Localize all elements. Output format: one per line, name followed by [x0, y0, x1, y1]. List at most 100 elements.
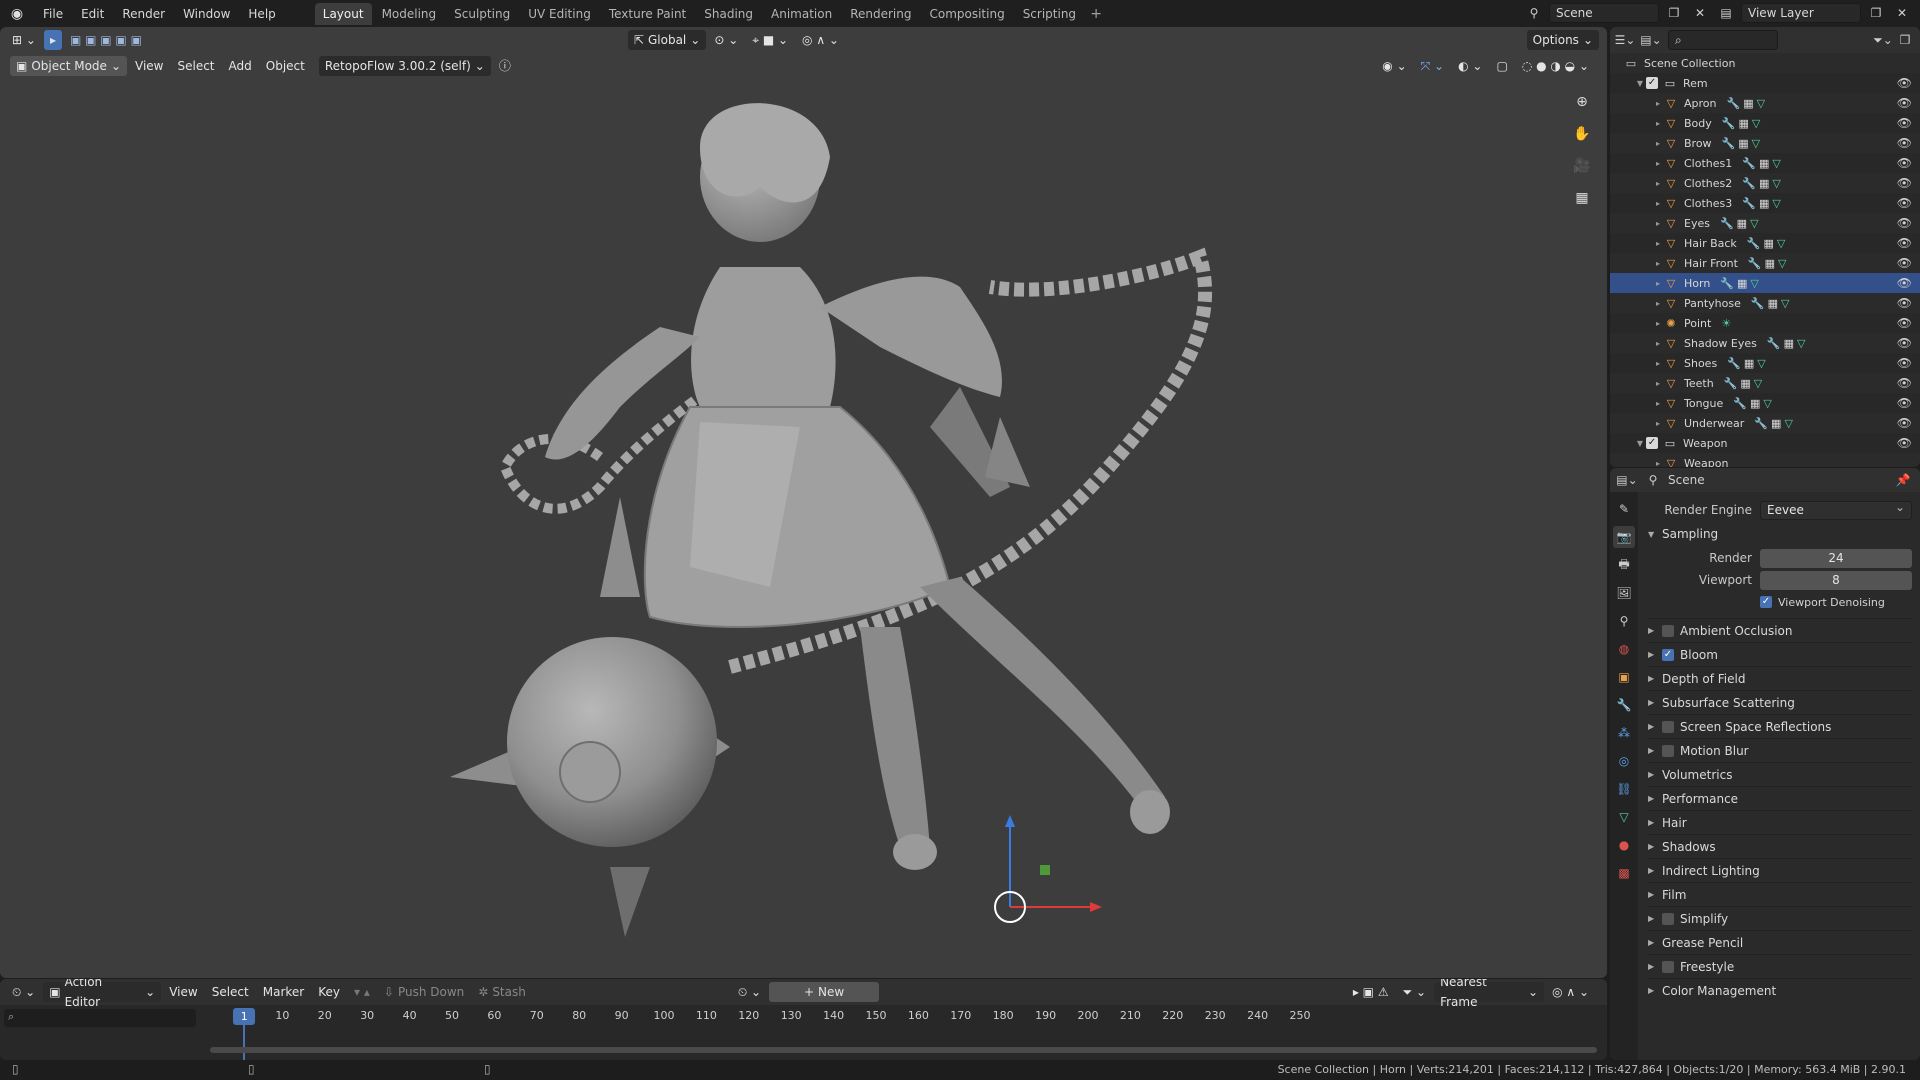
- expand-arrow-icon[interactable]: ▸: [1652, 259, 1664, 268]
- filter-icon[interactable]: ⏷⌄: [1872, 30, 1894, 50]
- render-samples-field[interactable]: 24: [1760, 548, 1912, 568]
- scene-icon[interactable]: ⚲: [1523, 3, 1545, 23]
- tab-layout[interactable]: Layout: [314, 2, 372, 25]
- vertex-groups-icon[interactable]: ▦: [1743, 97, 1753, 110]
- eye-icon[interactable]: 👁: [1897, 256, 1912, 270]
- expand-arrow-icon[interactable]: ▸: [1652, 119, 1664, 128]
- new-action-button[interactable]: + New: [769, 982, 880, 1002]
- tab-compositing[interactable]: Compositing: [921, 3, 1012, 25]
- mesh-data-icon[interactable]: ▽: [1784, 417, 1792, 430]
- vertex-groups-icon[interactable]: ▦: [1759, 157, 1769, 170]
- scene-tab-icon[interactable]: ⚲: [1613, 610, 1635, 632]
- outliner-object-row[interactable]: ▸ ▽ Brow 🔧 ▦ ▽ 👁: [1610, 133, 1920, 153]
- render-panel-header[interactable]: ▶ Freestyle: [1648, 954, 1912, 978]
- menu-window[interactable]: Window: [174, 3, 239, 25]
- eye-icon[interactable]: 👁: [1897, 316, 1912, 330]
- expand-arrow-icon[interactable]: ▸: [1652, 99, 1664, 108]
- eye-icon[interactable]: 👁: [1897, 236, 1912, 250]
- outliner-object-row[interactable]: ▸ ▽ Hair Back 🔧 ▦ ▽ 👁: [1610, 233, 1920, 253]
- collection-row-weapon[interactable]: ▼ ✓ ▭ Weapon 👁: [1610, 433, 1920, 453]
- menu-help[interactable]: Help: [239, 3, 284, 25]
- outliner-object-row[interactable]: ▸ ▽ Horn 🔧 ▦ ▽ 👁: [1610, 273, 1920, 293]
- tool-tab-icon[interactable]: ✎: [1613, 498, 1635, 520]
- channel-search-input[interactable]: ⌕: [4, 1009, 196, 1027]
- outliner-object-row[interactable]: ▸ ▽ Underwear 🔧 ▦ ▽ 👁: [1610, 413, 1920, 433]
- expand-arrow-icon[interactable]: ▸: [1652, 419, 1664, 428]
- outliner-object-row[interactable]: ▸ ✺ Point ☀ 👁: [1610, 313, 1920, 333]
- outliner-object-row[interactable]: ▸ ▽ Shadow Eyes 🔧 ▦ ▽ 👁: [1610, 333, 1920, 353]
- collection-row-rem[interactable]: ▼ ✓ ▭ Rem 👁: [1610, 73, 1920, 93]
- exclude-checkbox[interactable]: ✓: [1646, 77, 1658, 89]
- vertex-groups-icon[interactable]: ▦: [1744, 357, 1754, 370]
- render-engine-dropdown[interactable]: Eevee: [1760, 499, 1912, 520]
- eye-icon[interactable]: 👁: [1897, 276, 1912, 290]
- display-mode-icon[interactable]: ▤⌄: [1640, 30, 1662, 50]
- particles-tab-icon[interactable]: ⁂: [1613, 722, 1635, 744]
- timeline-menu-select[interactable]: Select: [206, 982, 255, 1002]
- eye-icon[interactable]: 👁: [1897, 436, 1912, 450]
- modifier-icon[interactable]: 🔧: [1720, 217, 1734, 230]
- outliner-object-row[interactable]: ▸ ▽ Clothes2 🔧 ▦ ▽ 👁: [1610, 173, 1920, 193]
- modifier-icon[interactable]: 🔧: [1742, 197, 1756, 210]
- mesh-data-icon[interactable]: ▽: [1763, 397, 1771, 410]
- expand-arrow-icon[interactable]: ▸: [1652, 279, 1664, 288]
- expand-arrow-icon[interactable]: ▸: [1652, 459, 1664, 468]
- delete-view-layer-icon[interactable]: ✕: [1891, 3, 1913, 23]
- scene-name-field[interactable]: Scene: [1549, 3, 1659, 23]
- outliner-object-row[interactable]: ▸ ▽ Hair Front 🔧 ▦ ▽ 👁: [1610, 253, 1920, 273]
- panel-enable-checkbox[interactable]: [1662, 720, 1674, 733]
- stash-button[interactable]: ✲ Stash: [472, 982, 532, 1002]
- timeline-editor-type-icon[interactable]: ⏲ ⌄: [6, 982, 41, 1002]
- expand-arrow-icon[interactable]: ▼: [1634, 439, 1646, 448]
- pin-icon[interactable]: 📌: [1892, 470, 1914, 490]
- mesh-data-icon[interactable]: ▽: [1757, 357, 1765, 370]
- outliner-object-row[interactable]: ▸ ▽ Clothes1 🔧 ▦ ▽ 👁: [1610, 153, 1920, 173]
- panel-enable-checkbox[interactable]: [1662, 624, 1674, 637]
- timeline-menu-view[interactable]: View: [163, 982, 203, 1002]
- vertex-groups-icon[interactable]: ▦: [1750, 397, 1760, 410]
- output-tab-icon[interactable]: 🖶: [1613, 554, 1635, 576]
- expand-arrow-icon[interactable]: ▸: [1652, 219, 1664, 228]
- outliner-object-row[interactable]: ▸ ▽ Eyes 🔧 ▦ ▽ 👁: [1610, 213, 1920, 233]
- view-layer-tab-icon[interactable]: 🖼: [1613, 582, 1635, 604]
- camera-view-icon[interactable]: 🎥: [1569, 153, 1595, 179]
- modifier-icon[interactable]: 🔧: [1722, 137, 1736, 150]
- modifier-icon[interactable]: 🔧: [1742, 157, 1756, 170]
- render-panel-header[interactable]: ▶ Screen Space Reflections: [1648, 714, 1912, 738]
- eye-icon[interactable]: 👁: [1897, 216, 1912, 230]
- timeline-scrollbar[interactable]: [210, 1047, 1597, 1053]
- expand-arrow-icon[interactable]: ▸: [1652, 359, 1664, 368]
- expand-arrow-icon[interactable]: ▸: [1652, 179, 1664, 188]
- vertex-groups-icon[interactable]: ▦: [1738, 137, 1748, 150]
- menu-edit[interactable]: Edit: [72, 3, 113, 25]
- panel-enable-checkbox[interactable]: [1662, 960, 1674, 973]
- modifier-icon[interactable]: 🔧: [1727, 97, 1741, 110]
- vertex-groups-icon[interactable]: ▦: [1784, 337, 1794, 350]
- timeline-menu-key[interactable]: Key: [312, 982, 346, 1002]
- modifier-icon[interactable]: 🔧: [1727, 357, 1741, 370]
- texture-tab-icon[interactable]: ▩: [1613, 862, 1635, 884]
- vertex-groups-icon[interactable]: ▦: [1737, 217, 1747, 230]
- render-panel-header[interactable]: ▶ ✓ Bloom: [1648, 642, 1912, 666]
- mesh-data-icon[interactable]: ▽: [1777, 237, 1785, 250]
- delete-scene-icon[interactable]: ✕: [1689, 3, 1711, 23]
- panel-enable-checkbox[interactable]: [1662, 912, 1674, 925]
- render-panel-header[interactable]: ▶ Grease Pencil: [1648, 930, 1912, 954]
- new-view-layer-icon[interactable]: ❐: [1865, 3, 1887, 23]
- view-layer-icon[interactable]: ▤: [1715, 3, 1737, 23]
- render-panel-header[interactable]: ▶ Depth of Field: [1648, 666, 1912, 690]
- outliner-editor-type-icon[interactable]: ☰⌄: [1614, 30, 1636, 50]
- vertex-groups-icon[interactable]: ▦: [1765, 257, 1775, 270]
- vertex-groups-icon[interactable]: ▦: [1759, 197, 1769, 210]
- 3d-viewport[interactable]: ⊞ ⌄ ▸ ▣ ▣ ▣ ▣ ▣ ⇱ Global ⌄ ⊙ ⌄ ⌖ ■ ⌄ ◎ ∧ …: [0, 27, 1607, 978]
- modifier-icon[interactable]: 🔧: [1742, 177, 1756, 190]
- editor-mode-dropdown[interactable]: ▣ Action Editor ⌄: [43, 979, 162, 1009]
- mesh-data-icon[interactable]: ▽: [1752, 117, 1760, 130]
- render-panel-header[interactable]: ▶ Subsurface Scattering: [1648, 690, 1912, 714]
- data-tab-icon[interactable]: ▽: [1613, 806, 1635, 828]
- outliner-object-row[interactable]: ▸ ▽ Tongue 🔧 ▦ ▽ 👁: [1610, 393, 1920, 413]
- tab-sculpting[interactable]: Sculpting: [446, 3, 518, 25]
- vertex-groups-icon[interactable]: ▦: [1764, 237, 1774, 250]
- proportional-timeline-icon[interactable]: ◎ ∧ ⌄: [1546, 982, 1595, 1002]
- render-panel-header[interactable]: ▶ Volumetrics: [1648, 762, 1912, 786]
